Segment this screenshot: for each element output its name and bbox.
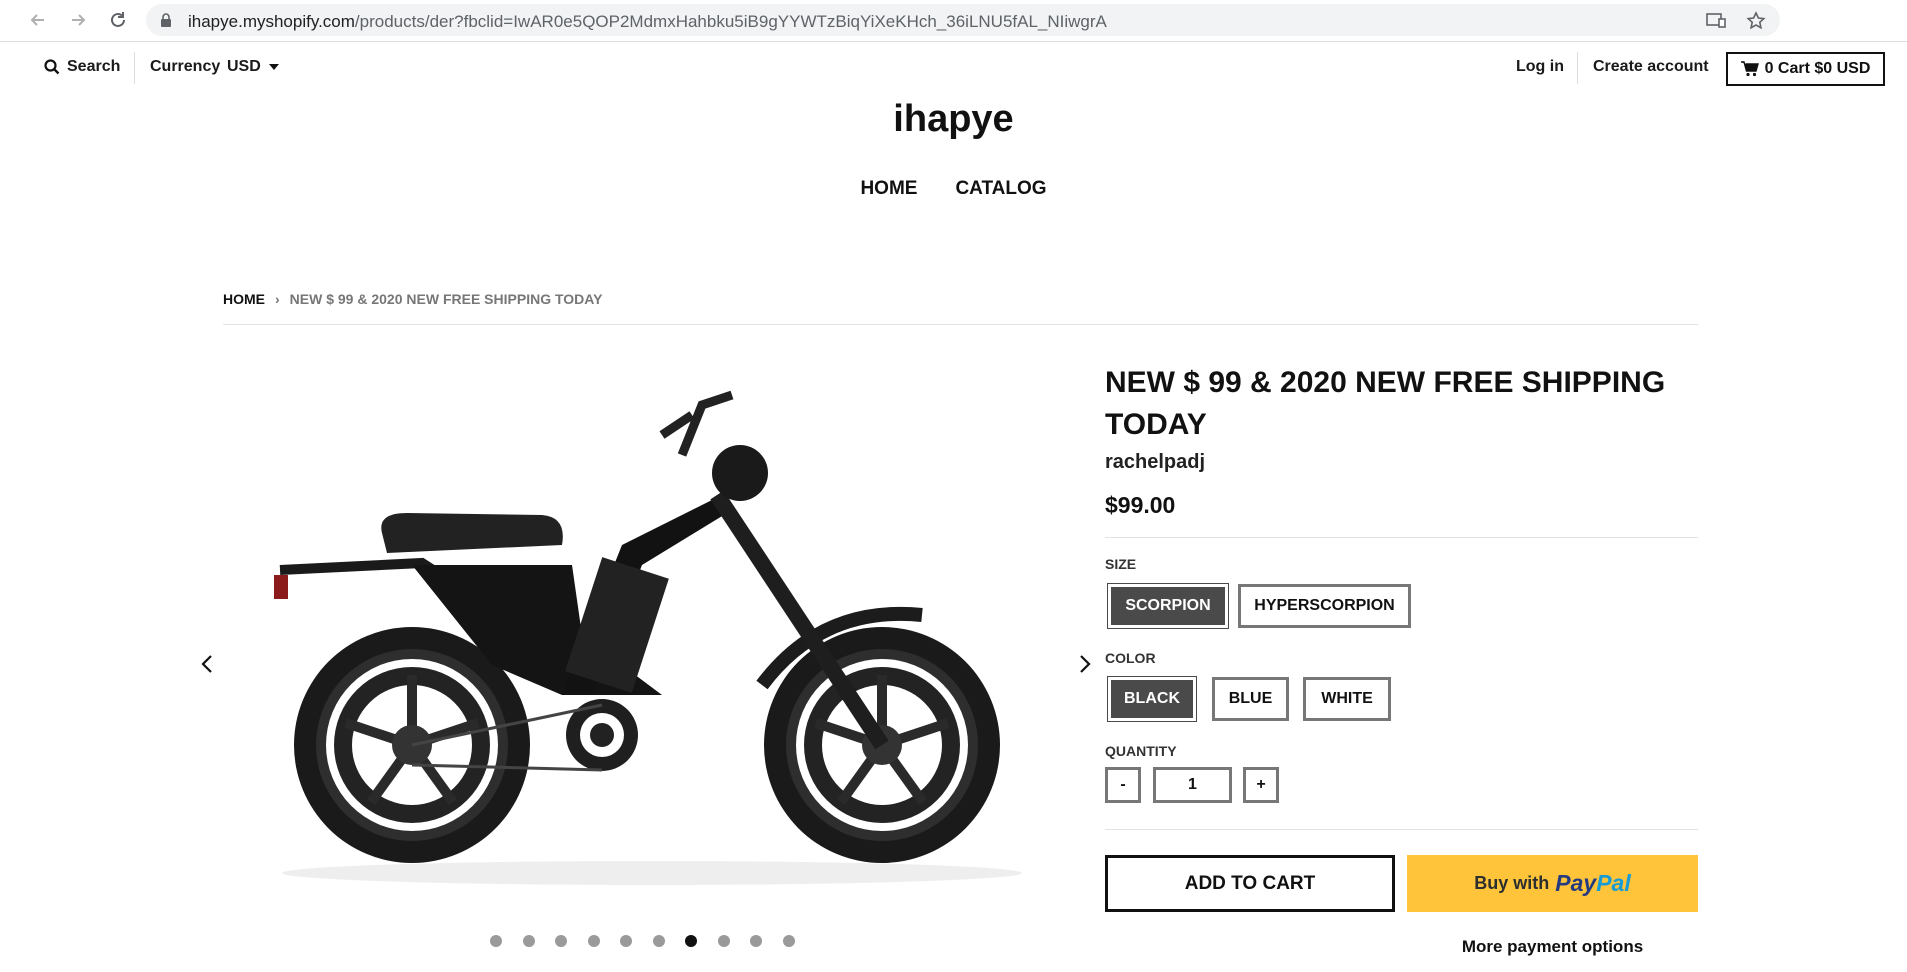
reload-icon[interactable] bbox=[106, 8, 130, 32]
cart-label: 0 Cart $0 USD bbox=[1764, 60, 1871, 77]
url-host: ihapye.myshopify.com bbox=[188, 12, 355, 31]
store-logo[interactable]: ihapye bbox=[0, 98, 1907, 141]
chevron-down-icon bbox=[268, 64, 279, 70]
gallery-dot[interactable] bbox=[490, 935, 502, 947]
gallery-next-icon[interactable] bbox=[1072, 652, 1096, 676]
browser-toolbar: ihapye.myshopify.com/products/der?fbclid… bbox=[0, 0, 1907, 42]
color-label: COLOR bbox=[1105, 650, 1156, 666]
more-payment-options-link[interactable]: More payment options bbox=[1407, 937, 1698, 957]
cart-button[interactable]: 0 Cart $0 USD bbox=[1726, 52, 1885, 86]
breadcrumb-current: NEW $ 99 & 2020 NEW FREE SHIPPING TODAY bbox=[289, 291, 603, 307]
paypal-button[interactable]: Buy with PayPal bbox=[1407, 855, 1698, 912]
shop-topbar: Search Currency USD Log in Create accoun… bbox=[0, 42, 1907, 96]
color-option-black[interactable]: BLACK bbox=[1108, 677, 1196, 721]
search-link[interactable]: Search bbox=[44, 58, 120, 76]
nav-item-home[interactable]: HOME bbox=[860, 178, 917, 200]
gallery-dot[interactable] bbox=[522, 935, 535, 947]
cast-icon[interactable] bbox=[1706, 11, 1726, 34]
login-link[interactable]: Log in bbox=[1516, 58, 1564, 76]
currency-label: Currency bbox=[150, 58, 221, 75]
quantity-label: QUANTITY bbox=[1105, 743, 1177, 759]
quantity-increment-button[interactable]: + bbox=[1243, 767, 1279, 803]
gallery-dot[interactable] bbox=[750, 935, 762, 947]
size-option-hyperscorpion[interactable]: HYPERSCORPION bbox=[1238, 584, 1411, 628]
back-icon[interactable] bbox=[26, 8, 50, 32]
gallery-dot[interactable] bbox=[620, 935, 632, 947]
color-option-blue[interactable]: BLUE bbox=[1212, 677, 1289, 721]
star-icon[interactable] bbox=[1746, 11, 1766, 36]
size-option-scorpion[interactable]: SCORPION bbox=[1108, 584, 1228, 628]
gallery-dot[interactable] bbox=[717, 935, 730, 947]
breadcrumb-home[interactable]: HOME bbox=[223, 291, 265, 307]
currency-value: USD bbox=[227, 58, 261, 75]
paypal-prefix: Buy with bbox=[1474, 873, 1550, 893]
product-price: $99.00 bbox=[1105, 492, 1176, 518]
forward-icon[interactable] bbox=[66, 8, 90, 32]
gallery-dot-active[interactable] bbox=[685, 935, 697, 947]
gallery-dots bbox=[490, 935, 795, 947]
quantity-input[interactable] bbox=[1153, 767, 1232, 803]
address-bar[interactable]: ihapye.myshopify.com/products/der?fbclid… bbox=[146, 4, 1780, 36]
cart-icon bbox=[1740, 61, 1759, 77]
gallery-dot[interactable] bbox=[652, 935, 665, 947]
product-title: NEW $ 99 & 2020 NEW FREE SHIPPING TODAY bbox=[1105, 366, 1666, 441]
create-account-link[interactable]: Create account bbox=[1593, 58, 1709, 76]
add-to-cart-button[interactable]: ADD TO CART bbox=[1105, 855, 1395, 912]
breadcrumb: HOME › NEW $ 99 & 2020 NEW FREE SHIPPING… bbox=[223, 291, 602, 307]
main-nav: HOME CATALOG bbox=[0, 178, 1907, 200]
url-path: /products/der?fbclid=IwAR0e5QOP2MdmxHahb… bbox=[354, 12, 1107, 31]
gallery-prev-icon[interactable] bbox=[196, 652, 220, 676]
divider bbox=[223, 324, 1698, 325]
size-label: SIZE bbox=[1105, 556, 1137, 572]
quantity-decrement-button[interactable]: - bbox=[1105, 767, 1141, 803]
color-option-white[interactable]: WHITE bbox=[1303, 677, 1391, 721]
paypal-logo: PayPal bbox=[1555, 870, 1631, 896]
gallery-dot[interactable] bbox=[782, 935, 795, 947]
gallery-dot[interactable] bbox=[587, 935, 600, 947]
divider bbox=[1105, 537, 1698, 538]
product-image[interactable] bbox=[262, 365, 1042, 905]
breadcrumb-separator: › bbox=[275, 291, 280, 307]
divider bbox=[1105, 829, 1698, 830]
gallery-dot[interactable] bbox=[555, 935, 567, 947]
product-vendor: rachelpadj bbox=[1105, 451, 1206, 473]
search-label: Search bbox=[67, 58, 121, 75]
currency-select[interactable]: USD bbox=[227, 58, 279, 76]
search-icon bbox=[44, 59, 60, 75]
nav-item-catalog[interactable]: CATALOG bbox=[955, 178, 1046, 200]
lock-icon bbox=[160, 13, 172, 32]
divider bbox=[134, 52, 135, 84]
divider bbox=[1577, 52, 1578, 84]
url-text: ihapye.myshopify.com/products/der?fbclid… bbox=[188, 12, 1107, 32]
